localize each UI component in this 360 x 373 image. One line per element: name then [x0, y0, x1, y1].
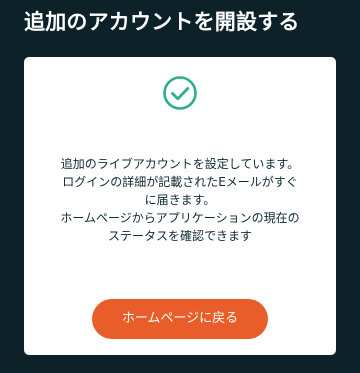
- page-title: 追加のアカウントを開設する: [24, 10, 300, 34]
- message-line: ステータスを確認できます: [107, 229, 252, 243]
- confirmation-card: 追加のライブアカウントを設定しています。 ログインの詳細が記載されたEメールがす…: [24, 57, 336, 355]
- check-circle-icon: [162, 75, 198, 111]
- message-line: 追加のライブアカウントを設定しています。: [60, 157, 300, 171]
- confirmation-message: 追加のライブアカウントを設定しています。 ログインの詳細が記載されたEメールがす…: [36, 155, 324, 245]
- return-home-button[interactable]: ホームページに戻る: [92, 299, 268, 339]
- message-line: ホームページからアプリケーションの現在の: [60, 211, 300, 225]
- message-line: に届きます。: [144, 193, 216, 207]
- message-line: ログインの詳細が記載されたEメールがすぐ: [62, 175, 298, 189]
